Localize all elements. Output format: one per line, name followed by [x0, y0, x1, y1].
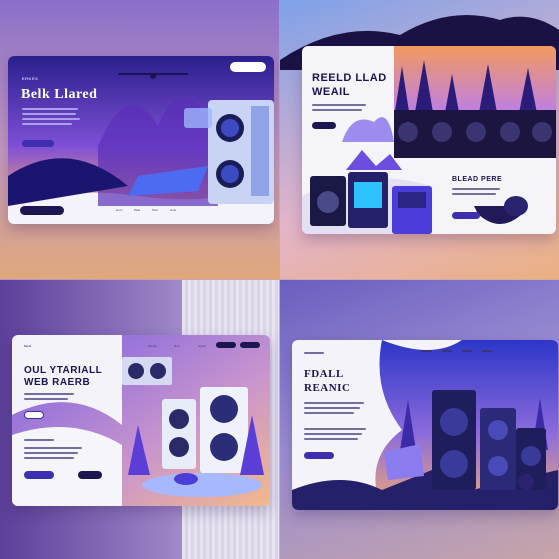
text-line [24, 447, 82, 449]
text-line [22, 108, 78, 110]
mockup-panel-4: FDALL REANIC [280, 280, 559, 559]
nav-item[interactable]: Sbct [152, 208, 158, 212]
nav-item[interactable] [422, 350, 432, 352]
text-line [22, 113, 76, 115]
nav-item[interactable] [482, 350, 492, 352]
text-line [24, 452, 78, 454]
mockup-card-3: Serd Pieras Dart Sedrd OUL YTARIALL WEB … [12, 335, 270, 506]
panel4-title-line-1: FDALL [304, 368, 344, 380]
text-line [22, 118, 80, 120]
text-line [304, 407, 360, 409]
text-line [304, 428, 366, 430]
text-line [24, 457, 74, 459]
text-line [24, 398, 68, 400]
hero-illustration [12, 335, 270, 506]
mockup-card-4: FDALL REANIC [292, 340, 558, 510]
cta-button[interactable] [312, 122, 336, 129]
text-line [312, 104, 366, 106]
brand-logo[interactable]: Serd [24, 344, 31, 348]
panel2-title-line-2: WEAIL [312, 86, 350, 98]
nav-item[interactable] [462, 350, 472, 352]
cta-button[interactable] [304, 452, 334, 459]
mockup-card-2: REELD LLAD WEAIL BLEAD PERE [302, 46, 556, 234]
cta-button[interactable] [24, 411, 44, 419]
secondary-button[interactable] [452, 212, 480, 219]
panel3-title-line-1: OUL YTARIALL [24, 365, 103, 376]
nav-item[interactable]: Dart [174, 344, 180, 348]
text-line [304, 438, 358, 440]
nav-item[interactable]: Pieras [148, 344, 157, 348]
nav-item[interactable] [442, 350, 452, 352]
panel2-title-line-1: REELD LLAD [312, 72, 387, 84]
panel3-title-line-2: WEB RAERB [24, 377, 91, 388]
panel2-subtitle: BLEAD PERE [452, 176, 503, 183]
secondary-button[interactable] [78, 471, 102, 479]
panel1-title: Belk Llared [21, 87, 98, 102]
text-line [304, 433, 362, 435]
nav-item[interactable]: Pbat [134, 208, 140, 212]
nav-item[interactable]: Hom [116, 208, 122, 212]
text-line [304, 352, 324, 354]
mockup-card-1: ERKES Belk Llared Hom Pbat Sbct Cols [8, 56, 274, 224]
primary-button[interactable] [24, 471, 54, 479]
text-line [312, 109, 362, 111]
panel4-title-line-2: REANIC [304, 382, 351, 394]
nav-item[interactable]: Cols [170, 208, 176, 212]
secondary-button[interactable] [20, 206, 64, 215]
text-line [452, 188, 500, 190]
text-line [304, 402, 364, 404]
cta-button[interactable] [22, 140, 54, 147]
menu-toggle-button[interactable] [230, 62, 266, 72]
nav-item[interactable]: Sedrd [198, 344, 206, 348]
nav-button[interactable] [240, 342, 260, 348]
text-line [22, 123, 72, 125]
text-line [24, 393, 74, 395]
mockup-panel-2: REELD LLAD WEAIL BLEAD PERE [280, 0, 559, 279]
nav-button[interactable] [216, 342, 236, 348]
mockup-panel-3: Serd Pieras Dart Sedrd OUL YTARIALL WEB … [0, 280, 279, 559]
text-line [24, 439, 54, 441]
text-line [452, 193, 496, 195]
hero-illustration [292, 340, 558, 510]
panel1-eyebrow: ERKES [22, 76, 39, 81]
mockup-panel-1: ERKES Belk Llared Hom Pbat Sbct Cols [0, 0, 279, 279]
text-line [304, 412, 354, 414]
